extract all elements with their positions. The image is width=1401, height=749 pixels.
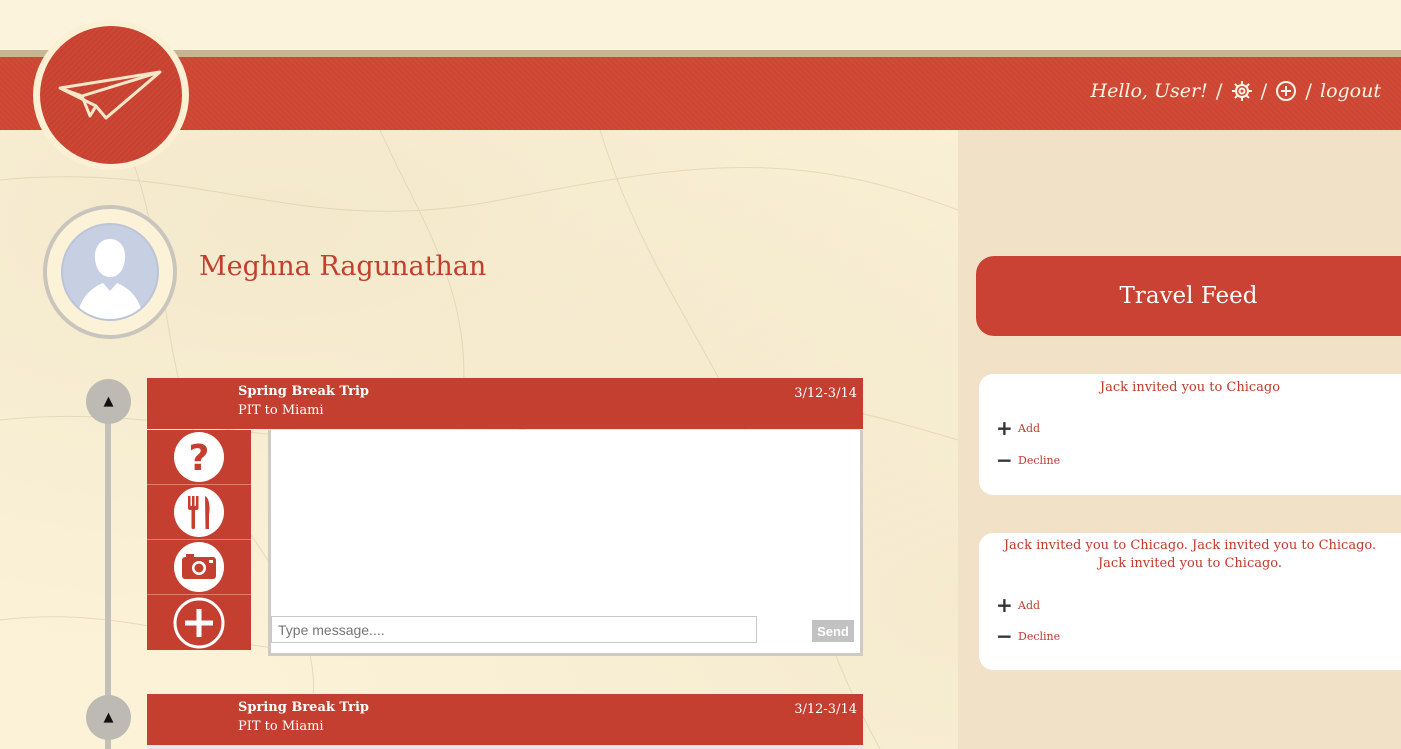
nav-separator: / bbox=[1305, 79, 1312, 103]
triangle-up-icon: ▲ bbox=[103, 394, 114, 409]
greeting-text: Hello, User! bbox=[1090, 80, 1208, 102]
gear-icon bbox=[1231, 81, 1252, 101]
trip-route: PIT to Miami bbox=[238, 719, 324, 734]
minus-icon: − bbox=[996, 624, 1013, 648]
paper-plane-icon bbox=[58, 70, 162, 120]
decline-label: Decline bbox=[1018, 629, 1061, 643]
trip-tool-food[interactable] bbox=[147, 485, 251, 540]
plus-circle-icon bbox=[1276, 81, 1297, 101]
minus-icon: − bbox=[996, 448, 1013, 472]
decline-invite-button[interactable]: − Decline bbox=[996, 448, 1060, 472]
trip-chat: Send bbox=[268, 430, 863, 656]
trip-dates: 3/12-3/14 bbox=[794, 702, 857, 717]
send-button[interactable]: Send bbox=[812, 620, 854, 642]
trip-body bbox=[147, 745, 863, 749]
plus-icon: + bbox=[996, 593, 1013, 617]
add-label: Add bbox=[1018, 421, 1041, 435]
fork-knife-icon bbox=[174, 487, 224, 537]
collapse-trip-button[interactable]: ▲ bbox=[86, 379, 131, 424]
trip-title: Spring Break Trip bbox=[238, 384, 370, 399]
plus-circle-icon bbox=[173, 597, 225, 648]
collapse-trip-button[interactable]: ▲ bbox=[86, 695, 131, 740]
default-avatar-icon bbox=[77, 239, 143, 319]
feed-message: Jack invited you to Chicago bbox=[1099, 380, 1281, 395]
trip-tool-photo[interactable] bbox=[147, 540, 251, 595]
accept-invite-button[interactable]: + Add bbox=[996, 593, 1040, 617]
feed-item: Jack invited you to Chicago + Add − Decl… bbox=[979, 374, 1401, 495]
logout-link[interactable]: logout bbox=[1320, 80, 1381, 102]
add-label: Add bbox=[1018, 598, 1041, 612]
triangle-up-icon: ▲ bbox=[103, 710, 114, 725]
svg-text:?: ? bbox=[189, 438, 210, 479]
accept-invite-button[interactable]: + Add bbox=[996, 416, 1040, 440]
chat-message-input[interactable] bbox=[271, 616, 757, 643]
add-trip-button[interactable] bbox=[1275, 80, 1297, 102]
trip-tool-add[interactable] bbox=[147, 595, 251, 650]
header-shadow bbox=[0, 50, 1401, 57]
trip-route: PIT to Miami bbox=[238, 403, 324, 418]
trip-header[interactable]: Spring Break Trip PIT to Miami 3/12-3/14 bbox=[147, 378, 863, 429]
profile-name: Meghna Ragunathan bbox=[199, 251, 487, 282]
camera-icon bbox=[174, 542, 224, 592]
trip-title: Spring Break Trip bbox=[238, 700, 370, 715]
trip-dates: 3/12-3/14 bbox=[794, 386, 857, 401]
site-logo[interactable] bbox=[33, 20, 189, 170]
plus-icon: + bbox=[996, 416, 1013, 440]
decline-label: Decline bbox=[1018, 453, 1061, 467]
trip-tools: ? bbox=[147, 430, 251, 650]
travel-feed-title: Travel Feed bbox=[976, 256, 1401, 336]
nav-separator: / bbox=[1215, 79, 1223, 103]
question-icon: ? bbox=[174, 432, 224, 482]
settings-button[interactable] bbox=[1231, 80, 1253, 102]
feed-item: Jack invited you to Chicago. Jack invite… bbox=[979, 533, 1401, 670]
trip-tool-question[interactable]: ? bbox=[147, 430, 251, 485]
user-nav: Hello, User! / / / logout bbox=[1091, 76, 1381, 106]
avatar bbox=[43, 205, 177, 339]
feed-message: Jack invited you to Chicago. Jack invite… bbox=[1003, 538, 1377, 571]
trip-header[interactable]: Spring Break Trip PIT to Miami 3/12-3/14 bbox=[147, 694, 863, 745]
top-strip bbox=[0, 0, 1401, 50]
decline-invite-button[interactable]: − Decline bbox=[996, 624, 1060, 648]
nav-separator: / bbox=[1260, 79, 1268, 103]
